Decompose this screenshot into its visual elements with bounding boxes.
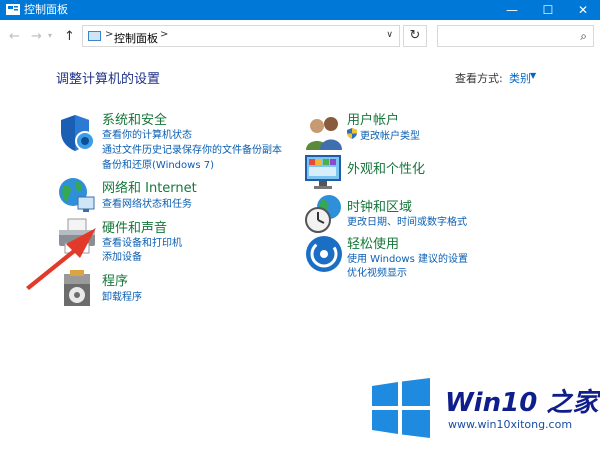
breadcrumb-separator-icon[interactable]: > — [160, 29, 168, 40]
back-button[interactable]: ← — [9, 29, 20, 44]
search-input[interactable]: ⌕ — [437, 25, 594, 47]
category-appearance-title[interactable]: 外观和个性化 — [347, 158, 425, 177]
recent-locations-button[interactable]: ▾ — [48, 31, 52, 40]
link-optimize-visual-display[interactable]: 优化视频显示 — [347, 264, 407, 279]
chevron-down-icon[interactable]: ▼ — [530, 71, 536, 80]
printer-icon[interactable] — [56, 216, 98, 258]
forward-button[interactable]: → — [31, 29, 42, 44]
search-icon[interactable]: ⌕ — [580, 29, 587, 44]
link-backup-restore[interactable]: 备份和还原(Windows 7) — [102, 156, 214, 171]
link-file-history-backup[interactable]: 通过文件历史记录保存你的文件备份副本 — [102, 141, 282, 156]
appearance-monitor-icon[interactable] — [303, 150, 345, 192]
uac-shield-icon — [347, 128, 357, 139]
page-title: 调整计算机的设置 — [56, 72, 161, 87]
ease-of-access-icon[interactable] — [303, 233, 345, 275]
address-field[interactable]: > 控制面板 > ∨ — [82, 25, 400, 47]
control-panel-icon — [6, 4, 20, 15]
category-programs-title[interactable]: 程序 — [102, 270, 128, 289]
watermark-url: www.win10xitong.com — [448, 418, 573, 431]
minimize-button[interactable]: — — [497, 0, 527, 20]
view-by-label: 查看方式: — [455, 72, 503, 85]
control-panel-icon — [88, 31, 101, 41]
link-add-device[interactable]: 添加设备 — [102, 248, 142, 263]
link-view-computer-status[interactable]: 查看你的计算机状态 — [102, 126, 192, 141]
link-network-status[interactable]: 查看网络状态和任务 — [102, 195, 192, 210]
window-title: 控制面板 — [24, 3, 68, 16]
watermark-brand: Win10 之家 — [445, 388, 599, 418]
category-network-title[interactable]: 网络和 Internet — [102, 177, 197, 196]
users-icon[interactable] — [303, 112, 345, 154]
address-toolbar: ← → ▾ ↑ > 控制面板 > ∨ ↻ ⌕ — [0, 20, 600, 54]
link-change-date-time[interactable]: 更改日期、时间或数字格式 — [347, 213, 467, 228]
link-change-account-type[interactable]: 更改帐户类型 — [360, 127, 420, 142]
clock-globe-icon[interactable] — [303, 193, 345, 235]
title-bar: 控制面板 — ☐ ✕ — [0, 0, 600, 20]
maximize-button[interactable]: ☐ — [533, 0, 563, 20]
chevron-down-icon[interactable]: ∨ — [386, 30, 393, 40]
up-button[interactable]: ↑ — [64, 29, 75, 44]
view-by-dropdown[interactable]: 类别 — [509, 70, 531, 86]
programs-icon[interactable] — [56, 268, 98, 310]
windows-logo-icon — [372, 378, 430, 438]
link-windows-suggested-settings[interactable]: 使用 Windows 建议的设置 — [347, 250, 468, 265]
breadcrumb-separator-icon[interactable]: > — [105, 29, 113, 40]
shield-icon[interactable] — [56, 112, 98, 154]
refresh-button[interactable]: ↻ — [403, 25, 427, 47]
network-globe-icon[interactable] — [56, 175, 98, 217]
breadcrumb[interactable]: 控制面板 — [114, 30, 158, 46]
category-user-accounts-title[interactable]: 用户帐户 — [347, 109, 399, 128]
close-button[interactable]: ✕ — [568, 0, 598, 20]
link-uninstall-program[interactable]: 卸载程序 — [102, 288, 142, 303]
link-devices-printers[interactable]: 查看设备和打印机 — [102, 234, 182, 249]
